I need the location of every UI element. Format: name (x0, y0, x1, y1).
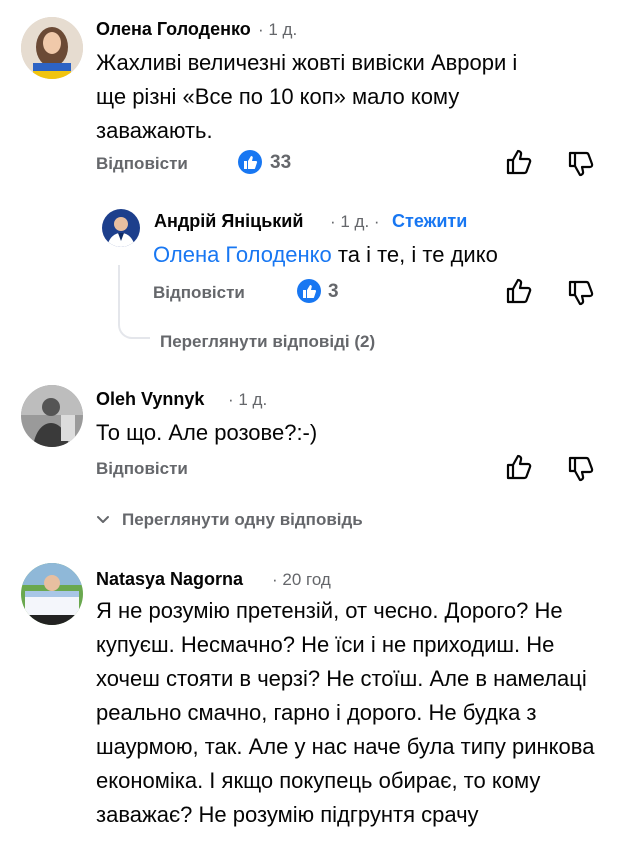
avatar[interactable] (21, 385, 83, 447)
reply-button[interactable]: Відповісти (96, 154, 188, 174)
comment-time[interactable]: · 1 д. · (330, 212, 380, 232)
thumbs-down-icon[interactable] (567, 279, 595, 312)
like-count[interactable]: 3 (328, 281, 339, 303)
avatar[interactable] (21, 17, 83, 79)
avatar[interactable] (21, 563, 83, 625)
like-icon (297, 279, 321, 303)
comment-author[interactable]: Андрій Яніцький (154, 211, 303, 232)
thumbs-up-icon[interactable] (505, 148, 533, 181)
comment-author[interactable]: Олена Голоденко (96, 19, 251, 40)
view-replies-button[interactable]: Переглянути відповіді (2) (160, 332, 375, 352)
avatar[interactable] (102, 209, 140, 247)
reply-button[interactable]: Відповісти (96, 459, 188, 479)
reply-button[interactable]: Відповісти (153, 283, 245, 303)
comment-author[interactable]: Natasya Nagorna (96, 569, 243, 590)
comment-text: То що. Але розове?:-) (96, 420, 318, 445)
thumbs-down-icon[interactable] (567, 150, 595, 183)
thumbs-up-icon[interactable] (505, 453, 533, 486)
chevron-down-icon[interactable] (95, 513, 111, 531)
comment-time[interactable]: · 1 д. (228, 390, 267, 410)
reply-text-row: Олена Голоденко та і те, і те дико (153, 238, 573, 272)
comment-text: Жахливі величезні жовті вивіски Аврори і… (96, 50, 518, 143)
mention-link[interactable]: Олена Голоденко (153, 242, 332, 267)
thumbs-up-icon[interactable] (505, 277, 533, 310)
view-replies-button[interactable]: Переглянути одну відповідь (122, 510, 363, 530)
comment-time[interactable]: · 20 год (272, 570, 331, 590)
comment-text: та і те, і те дико (337, 242, 498, 267)
thumbs-down-icon[interactable] (567, 455, 595, 488)
comment-author[interactable]: Oleh Vynnyk (96, 389, 204, 410)
like-count[interactable]: 33 (270, 152, 291, 174)
like-icon (238, 150, 262, 174)
thread-line (118, 265, 150, 339)
follow-button[interactable]: Стежити (392, 211, 467, 232)
comment-text: Я не розумію претензій, от чесно. Дорого… (96, 598, 595, 827)
comment-time[interactable]: · 1 д. (258, 20, 297, 40)
